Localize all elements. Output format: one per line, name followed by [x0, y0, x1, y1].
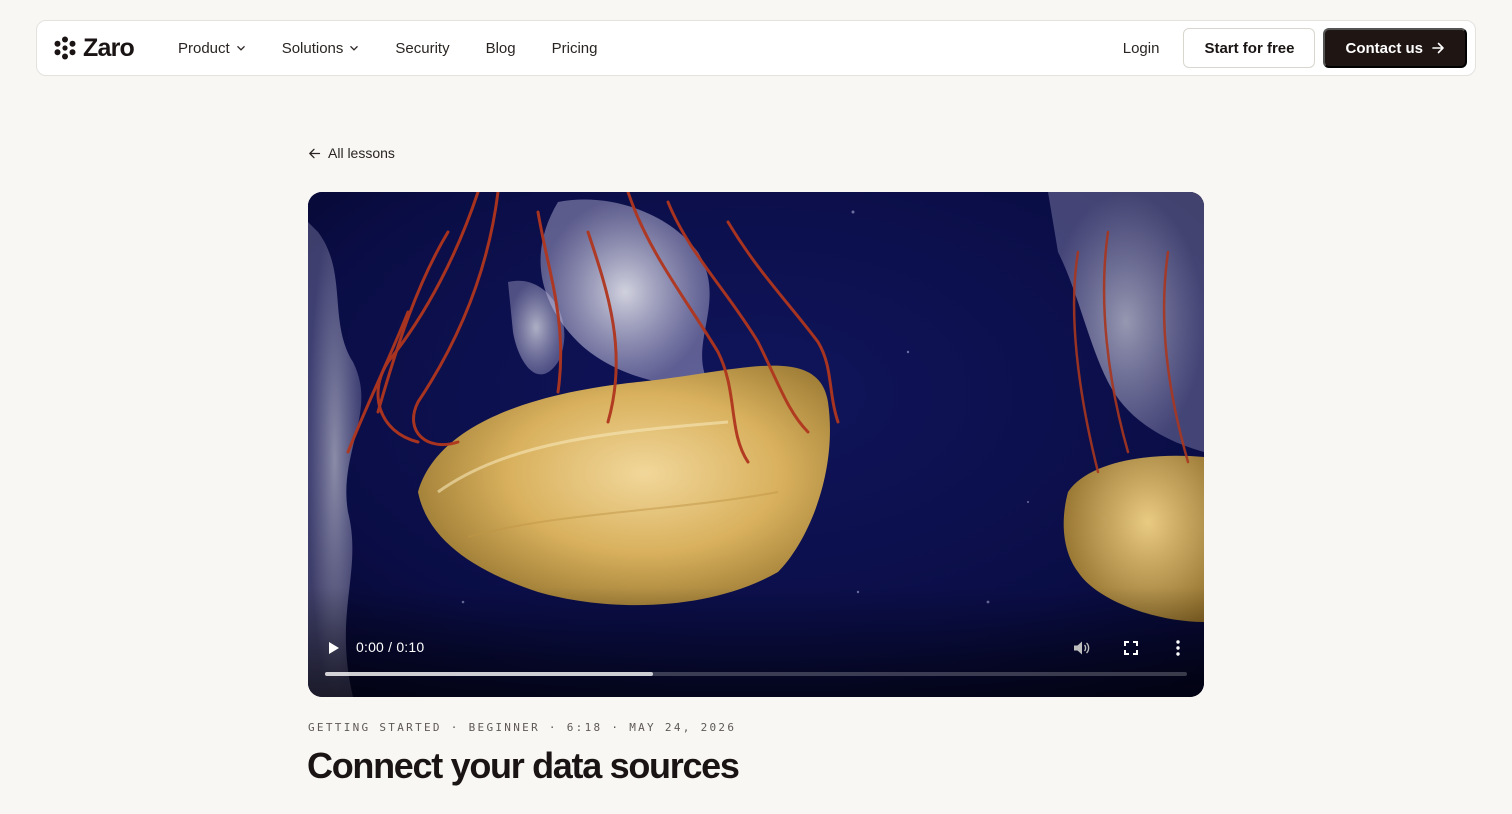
chevron-down-icon — [350, 45, 359, 51]
nav-item-solutions[interactable]: Solutions — [264, 32, 378, 65]
contact-us-button[interactable]: Contact us — [1323, 28, 1467, 68]
arrow-right-icon — [1432, 42, 1444, 54]
all-lessons-link[interactable]: All lessons — [308, 145, 395, 161]
video-player[interactable]: 0:00 / 0:10 — [308, 192, 1204, 697]
lesson-meta: GETTING STARTED · BEGINNER · 6:18 · MAY … — [308, 721, 737, 734]
time-display: 0:00 / 0:10 — [356, 639, 425, 655]
play-button[interactable] — [324, 636, 344, 660]
login-link[interactable]: Login — [1107, 32, 1176, 65]
more-options-button[interactable] — [1168, 636, 1188, 660]
nav-item-security[interactable]: Security — [377, 32, 467, 65]
nav-item-product[interactable]: Product — [160, 32, 264, 65]
fullscreen-icon — [1124, 641, 1138, 655]
video-progress-bar[interactable] — [325, 672, 1187, 676]
volume-button[interactable] — [1071, 636, 1093, 660]
brand-logo[interactable]: Zaro — [53, 33, 135, 63]
all-lessons-label: All lessons — [328, 145, 395, 161]
play-icon — [329, 642, 339, 654]
fullscreen-button[interactable] — [1120, 636, 1142, 660]
controls-overlay — [308, 587, 1204, 697]
nav-item-label: Product — [177, 39, 230, 57]
primary-nav: Product Solutions Security Blog Pricing — [160, 32, 616, 65]
start-for-free-button[interactable]: Start for free — [1183, 28, 1316, 68]
brand-name: Zaro — [83, 33, 135, 62]
top-navbar: Zaro Product Solutions Security Blog Pri… — [36, 20, 1476, 76]
nav-item-label: Blog — [485, 39, 516, 57]
nav-item-blog[interactable]: Blog — [468, 32, 534, 65]
arrow-left-icon — [309, 148, 321, 158]
more-options-icon — [1176, 640, 1180, 656]
volume-icon — [1074, 641, 1090, 655]
nav-item-label: Pricing — [551, 39, 598, 57]
zaro-logo-icon — [54, 36, 76, 60]
nav-item-label: Solutions — [281, 39, 344, 57]
nav-item-pricing[interactable]: Pricing — [534, 32, 616, 65]
nav-item-label: Security — [395, 39, 450, 57]
video-progress-fill — [325, 672, 653, 676]
lesson-title: Connect your data sources — [307, 745, 740, 786]
contact-us-label: Contact us — [1345, 39, 1423, 57]
nav-actions: Login Start for free Contact us — [1107, 28, 1467, 68]
chevron-down-icon — [236, 45, 245, 51]
